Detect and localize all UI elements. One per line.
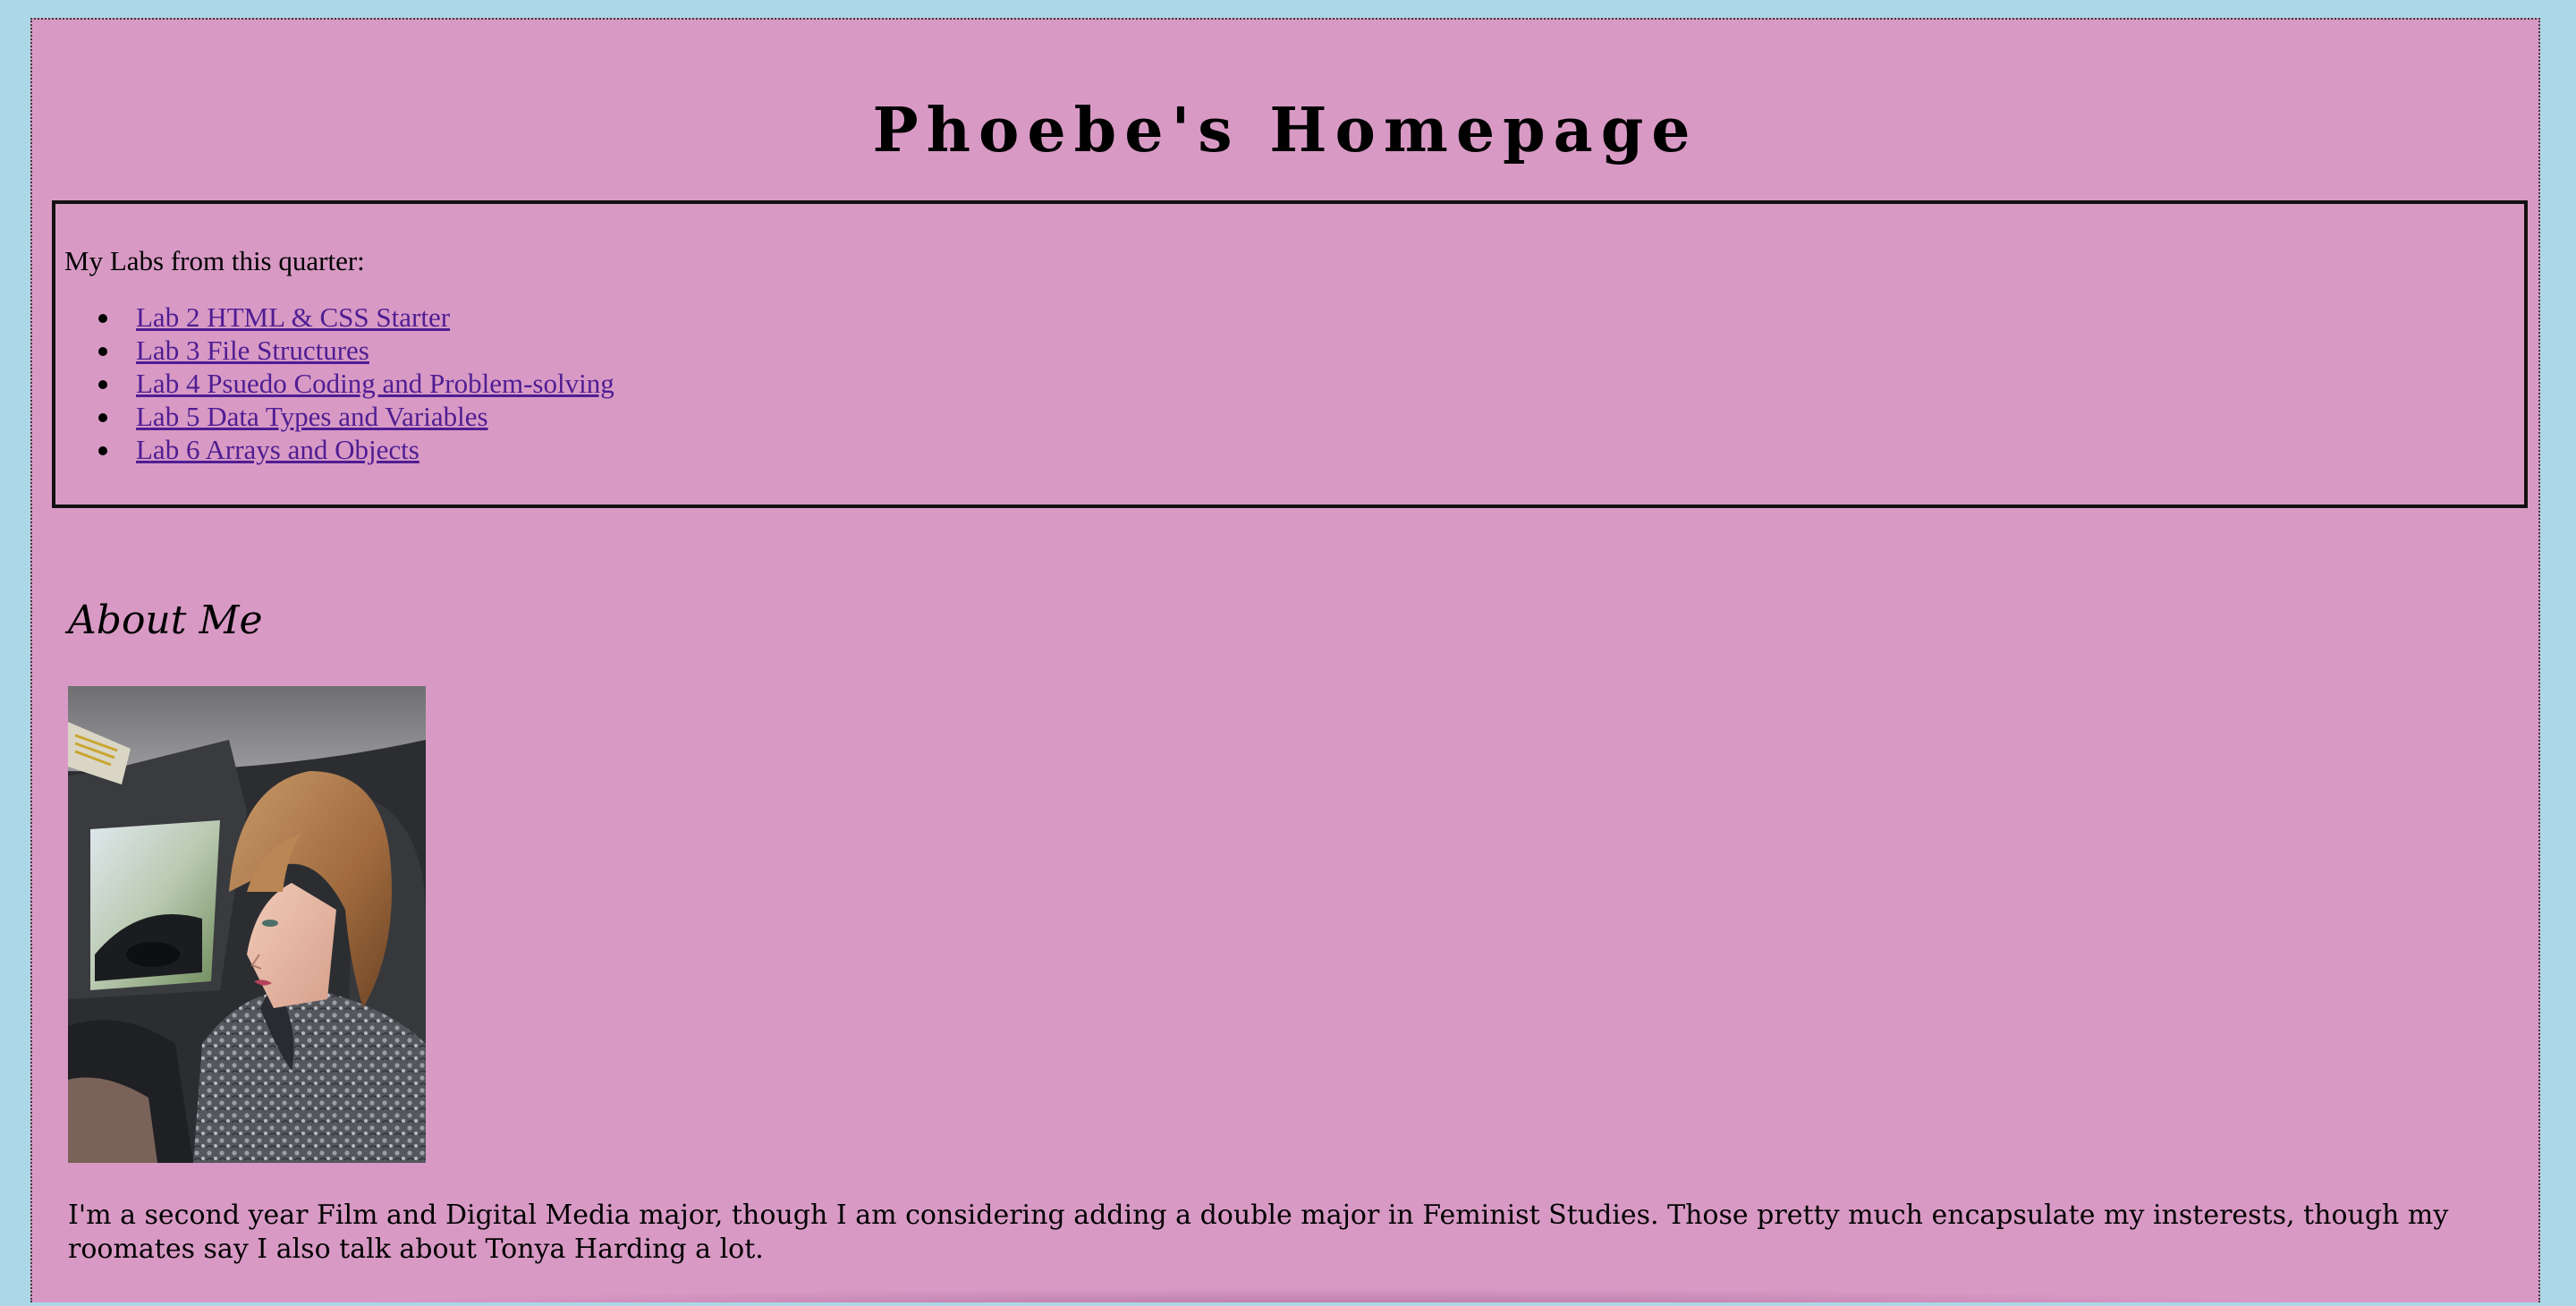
page-container: Phoebe's Homepage My Labs from this quar… (30, 18, 2540, 1302)
list-item: Lab 2 HTML & CSS Starter (80, 301, 614, 334)
lab-4-link[interactable]: Lab 4 Psuedo Coding and Problem-solving (136, 368, 614, 399)
about-me-heading: About Me (68, 598, 263, 643)
list-item: Lab 5 Data Types and Variables (80, 400, 614, 433)
lab-6-link[interactable]: Lab 6 Arrays and Objects (136, 434, 419, 465)
about-me-text: I'm a second year Film and Digital Media… (68, 1200, 2449, 1265)
lab-5-link[interactable]: Lab 5 Data Types and Variables (136, 401, 488, 432)
lab-3-link[interactable]: Lab 3 File Structures (136, 335, 369, 366)
lab-2-link[interactable]: Lab 2 HTML & CSS Starter (136, 301, 450, 333)
list-item: Lab 3 File Structures (80, 334, 614, 367)
labs-list: Lab 2 HTML & CSS Starter Lab 3 File Stru… (80, 301, 614, 466)
bottom-shadow (301, 1288, 2358, 1302)
list-item: Lab 6 Arrays and Objects (80, 433, 614, 466)
list-item: Lab 4 Psuedo Coding and Problem-solving (80, 367, 614, 400)
labs-section: My Labs from this quarter: Lab 2 HTML & … (52, 200, 2528, 508)
browser-viewport: Phoebe's Homepage My Labs from this quar… (0, 0, 2576, 1306)
labs-intro-text: My Labs from this quarter: (64, 245, 365, 276)
page-title: Phoebe's Homepage (872, 95, 1699, 166)
profile-photo (68, 686, 426, 1163)
